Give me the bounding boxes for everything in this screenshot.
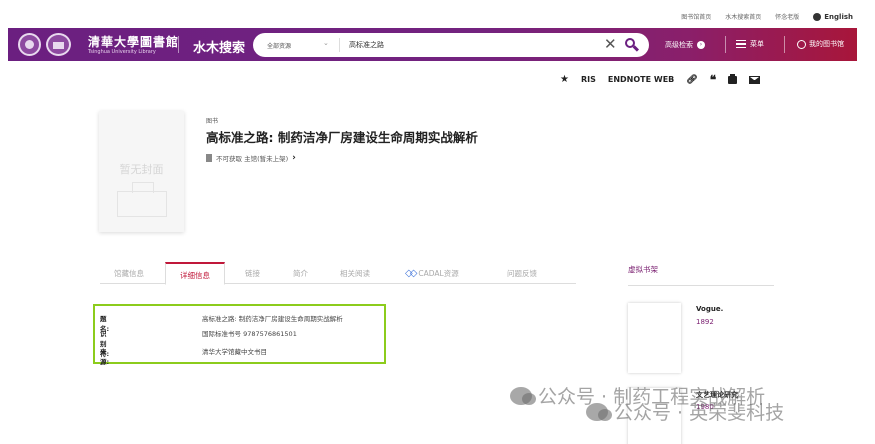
util-link-search-home[interactable]: 水木搜索首页 xyxy=(725,12,761,21)
menu-label: 菜单 xyxy=(750,40,764,48)
language-label: English xyxy=(824,12,853,21)
watermark: 公众号 · 英荣斐科技 xyxy=(586,398,784,425)
book-cover: 暂无封面 xyxy=(99,111,184,232)
hamburger-icon xyxy=(736,40,746,48)
record-type: 图书 xyxy=(206,118,219,125)
quote-icon[interactable]: ❝ xyxy=(710,74,716,86)
cadal-icon: ◇◇ xyxy=(405,268,418,279)
chevron-right-icon: › xyxy=(292,153,296,163)
cover-building-icon xyxy=(117,182,167,217)
site-header: 清華大學圖書館 Tsinghua University Library 水木搜索… xyxy=(8,28,857,61)
print-icon[interactable] xyxy=(728,73,738,84)
header-divider xyxy=(178,36,179,53)
scope-select[interactable]: 全部资源 xyxy=(267,41,291,50)
tab-summary[interactable]: 简介 xyxy=(293,268,308,279)
wechat-icon xyxy=(510,386,536,405)
watermark-text: 公众号 · 英荣斐科技 xyxy=(614,402,785,424)
detail-value[interactable]: 清华大学馆藏中文书目 xyxy=(202,346,267,356)
details-panel: 题名: 高标准之路: 制药洁净厂房建设生命周期实战解析 识别符: 国际标准书号 … xyxy=(93,304,386,366)
language-switch[interactable]: English xyxy=(813,12,853,21)
holding-status[interactable]: 不可获取 主馆(暂未上架) › xyxy=(206,153,296,163)
export-toolbar: ★ RIS ENDNOTE WEB 🔗︎ ❝ xyxy=(560,73,761,86)
tab-cadal-label: CADAL资源 xyxy=(418,269,459,278)
menu-button[interactable]: 菜单 xyxy=(736,39,764,49)
detail-label: 来源: xyxy=(100,348,110,366)
university-seal-logo[interactable] xyxy=(18,33,41,56)
utility-links: 图书馆首页 水木搜索首页 怀念老版 English xyxy=(681,12,853,21)
chevron-down-icon[interactable]: ⌄ xyxy=(323,39,329,47)
holding-text: 不可获取 主馆(暂未上架) xyxy=(216,155,289,163)
search-divider xyxy=(339,38,340,52)
detail-value: 国际标准书号 9787576861501 xyxy=(202,330,297,338)
tab-links[interactable]: 链接 xyxy=(245,268,260,279)
util-link-library-home[interactable]: 图书馆首页 xyxy=(681,12,711,21)
endnote-export[interactable]: ENDNOTE WEB xyxy=(608,75,674,84)
tab-holdings[interactable]: 馆藏信息 xyxy=(114,268,144,279)
no-cover-text: 暂无封面 xyxy=(119,163,164,176)
tab-feedback[interactable]: 问题反馈 xyxy=(507,268,537,279)
util-link-old-version[interactable]: 怀念老版 xyxy=(775,12,799,21)
detail-tabs: 馆藏信息 详细信息 链接 简介 相关阅读 ◇◇ CADAL资源 问题反馈 xyxy=(100,262,576,285)
my-library-label: 我的图书馆 xyxy=(809,40,844,48)
globe-icon xyxy=(813,12,822,21)
shelf-book-cover[interactable] xyxy=(628,303,681,373)
mail-icon[interactable] xyxy=(749,75,761,84)
tab-related-reading[interactable]: 相关阅读 xyxy=(340,268,370,279)
shelf-book-year: 1892 xyxy=(696,318,714,326)
search-icon[interactable] xyxy=(625,38,640,52)
search-bar: 全部资源 ⌄ ✕ xyxy=(253,33,649,57)
record-title: 高标准之路: 制药洁净厂房建设生命周期实战解析 xyxy=(206,130,478,145)
link-icon[interactable]: 🔗︎ xyxy=(686,75,697,85)
search-input[interactable] xyxy=(349,37,589,53)
advanced-search-label: 高级检索 xyxy=(665,41,693,49)
user-icon xyxy=(797,39,806,49)
tab-details[interactable]: 详细信息 xyxy=(165,262,225,285)
shelf-book-title[interactable]: Vogue. xyxy=(696,305,723,313)
star-icon[interactable]: ★ xyxy=(560,74,569,85)
shelf-divider xyxy=(628,285,774,286)
library-name-cn[interactable]: 清華大學圖書館 xyxy=(88,33,179,50)
library-name-en: Tsinghua University Library xyxy=(88,49,156,55)
tab-cadal[interactable]: ◇◇ CADAL资源 xyxy=(405,268,459,279)
document-icon xyxy=(206,154,212,162)
clear-icon[interactable]: ✕ xyxy=(604,36,617,52)
advanced-search-button[interactable]: 高级检索 › xyxy=(665,40,705,50)
detail-value: 高标准之路: 制药洁净厂房建设生命周期实战解析 xyxy=(202,315,343,323)
utility-bar: 图书馆首页 水木搜索首页 怀念老版 English xyxy=(0,0,875,28)
header-divider xyxy=(784,36,785,53)
wechat-icon xyxy=(586,402,612,421)
chevron-right-icon: › xyxy=(697,41,705,49)
my-library-button[interactable]: 我的图书馆 xyxy=(797,39,844,49)
brand-title[interactable]: 水木搜索 xyxy=(193,37,245,56)
header-divider xyxy=(725,36,726,53)
library-building-logo[interactable] xyxy=(46,33,71,56)
virtual-shelf-title: 虚拟书架 xyxy=(628,265,658,274)
ris-export[interactable]: RIS xyxy=(581,75,596,84)
